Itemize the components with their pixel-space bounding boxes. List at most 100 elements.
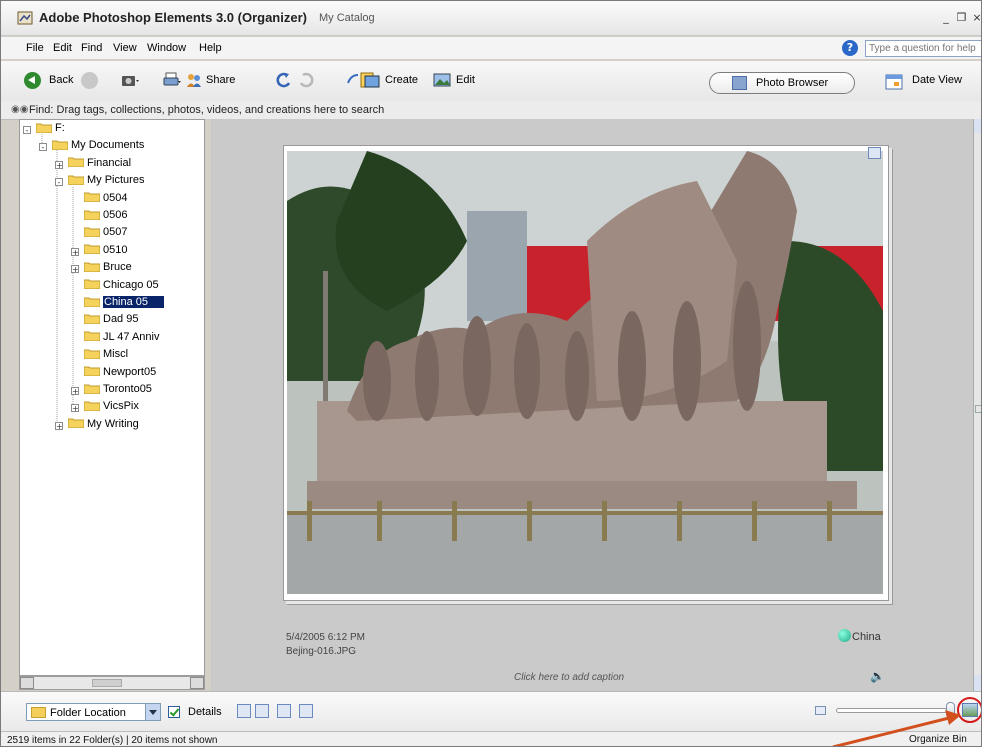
tree-item-label: 0510 <box>103 243 128 256</box>
tree-item[interactable]: My Pictures <box>67 174 144 190</box>
edit-icon[interactable] <box>433 71 451 89</box>
folder-icon <box>83 313 101 325</box>
help-icon[interactable]: ? <box>842 40 858 56</box>
thumbnail-size-slider-handle[interactable] <box>946 702 955 718</box>
scroll-thumb[interactable] <box>92 679 122 687</box>
speaker-icon[interactable]: 🔈 <box>870 669 885 683</box>
date-view-button[interactable]: Date View <box>912 74 962 86</box>
tree-item[interactable]: My Documents <box>51 139 144 155</box>
tree-item[interactable]: My Writing <box>67 418 139 434</box>
expand-icon[interactable]: + <box>71 265 79 274</box>
expand-icon[interactable]: + <box>71 387 79 396</box>
sort-newest-icon[interactable] <box>237 704 251 718</box>
photo-vertical-scrollbar[interactable] <box>973 119 981 691</box>
organize-bin-toggle[interactable]: Organize Bin <box>909 734 967 745</box>
folder-icon <box>31 707 46 718</box>
tree-item[interactable]: Financial <box>67 157 131 173</box>
folder-location-select[interactable]: Folder Location <box>26 703 161 721</box>
scroll-down-button[interactable] <box>974 675 981 691</box>
tree-item[interactable]: China 05 <box>83 296 165 312</box>
scroll-left-button[interactable] <box>20 677 34 689</box>
details-checkbox[interactable] <box>168 706 180 718</box>
tree-item[interactable]: Toronto05 <box>83 383 152 399</box>
menu-edit[interactable]: Edit <box>53 42 72 54</box>
folder-icon <box>83 383 101 395</box>
caption-field[interactable]: Click here to add caption <box>514 672 624 683</box>
menu-bar: File Edit Find View Window Help <box>1 37 981 59</box>
close-button[interactable]: × <box>971 11 981 24</box>
tree-item-label: 0504 <box>103 191 128 204</box>
folder-icon <box>83 261 101 273</box>
tree-item[interactable]: Newport05 <box>83 366 156 382</box>
help-search-input[interactable] <box>865 40 981 57</box>
folder-icon <box>83 226 101 238</box>
tree-item[interactable]: 0510 <box>83 243 128 260</box>
back-icon[interactable] <box>24 72 41 89</box>
folder-tree[interactable]: F: - My Documents - Financial + My Pictures -05… <box>19 119 205 676</box>
collapse-icon[interactable]: - <box>23 126 31 135</box>
photo-info-icon[interactable] <box>868 147 881 159</box>
minimize-button[interactable]: _ <box>940 11 952 24</box>
tree-item[interactable]: VicsPix <box>83 400 139 416</box>
menu-window[interactable]: Window <box>147 42 186 54</box>
tree-item[interactable]: F: <box>35 122 65 138</box>
expand-icon[interactable]: + <box>71 247 79 256</box>
share-icon[interactable] <box>185 71 203 89</box>
chevron-down-icon[interactable] <box>145 704 160 720</box>
edit-button-label[interactable]: Edit <box>456 74 475 86</box>
expand-icon[interactable]: + <box>55 160 63 169</box>
tree-item[interactable]: Bruce <box>83 261 132 277</box>
collapse-icon[interactable]: - <box>55 178 63 187</box>
back-button-label[interactable]: Back <box>49 74 73 86</box>
folder-icon <box>35 122 53 134</box>
tree-item[interactable]: 0504 <box>83 191 128 208</box>
forward-icon[interactable] <box>81 72 98 89</box>
tree-item[interactable]: 0507 <box>83 226 128 242</box>
print-icon[interactable] <box>163 71 181 89</box>
menu-file[interactable]: File <box>26 42 44 54</box>
title-bar: Adobe Photoshop Elements 3.0 (Organizer)… <box>1 1 981 36</box>
expand-icon[interactable]: + <box>71 404 79 413</box>
camera-icon[interactable] <box>121 71 139 89</box>
scroll-right-button[interactable] <box>190 677 204 689</box>
scroll-grip[interactable] <box>975 405 981 413</box>
highlight-circle <box>957 697 981 723</box>
photo-browser-button[interactable]: Photo Browser <box>709 72 855 94</box>
date-view-icon[interactable] <box>885 74 903 90</box>
rotate-left-icon[interactable] <box>275 71 293 89</box>
status-text: 2519 items in 22 Folder(s) | 20 items no… <box>7 735 218 746</box>
find-bar[interactable]: ◉◉ Find: Drag tags, collections, photos,… <box>1 101 981 120</box>
photo-tag-label[interactable]: China <box>852 631 881 643</box>
create-icon[interactable] <box>346 71 382 89</box>
collapse-icon[interactable]: - <box>39 143 47 152</box>
photo-image[interactable] <box>287 151 883 594</box>
folder-icon <box>83 209 101 221</box>
photo-date: 5/4/2005 6:12 PM <box>286 632 365 643</box>
tree-item[interactable]: Miscl <box>83 348 128 364</box>
sort-oldest-icon[interactable] <box>255 704 269 718</box>
menu-help[interactable]: Help <box>199 42 222 54</box>
window-controls: _ ❒ × <box>940 11 981 24</box>
restore-button[interactable]: ❒ <box>956 11 968 24</box>
share-button-label[interactable]: Share <box>206 74 235 86</box>
menu-find[interactable]: Find <box>81 42 102 54</box>
thumbnail-size-slider[interactable] <box>836 708 954 713</box>
rotate-right-icon[interactable] <box>297 71 315 89</box>
create-button-label[interactable]: Create <box>385 74 418 86</box>
tree-item[interactable]: Chicago 05 <box>83 279 159 295</box>
folder-location-label: Folder Location <box>50 707 126 719</box>
tree-item[interactable]: JL 47 Anniv <box>83 330 159 347</box>
folder-icon <box>83 330 101 342</box>
menu-view[interactable]: View <box>113 42 137 54</box>
tree-item[interactable]: 0506 <box>83 209 127 225</box>
tag-icon[interactable] <box>838 629 851 642</box>
tree-item-label: 0507 <box>103 226 128 239</box>
expand-icon[interactable]: + <box>55 421 63 430</box>
tree-horizontal-scrollbar[interactable] <box>19 676 205 690</box>
export-icon[interactable] <box>299 704 313 718</box>
scroll-up-button[interactable] <box>974 119 981 133</box>
tree-item[interactable]: Dad 95 <box>83 313 138 329</box>
folder-icon <box>67 174 85 186</box>
stack-icon[interactable] <box>277 704 291 718</box>
small-thumbnails-icon[interactable] <box>815 706 826 715</box>
